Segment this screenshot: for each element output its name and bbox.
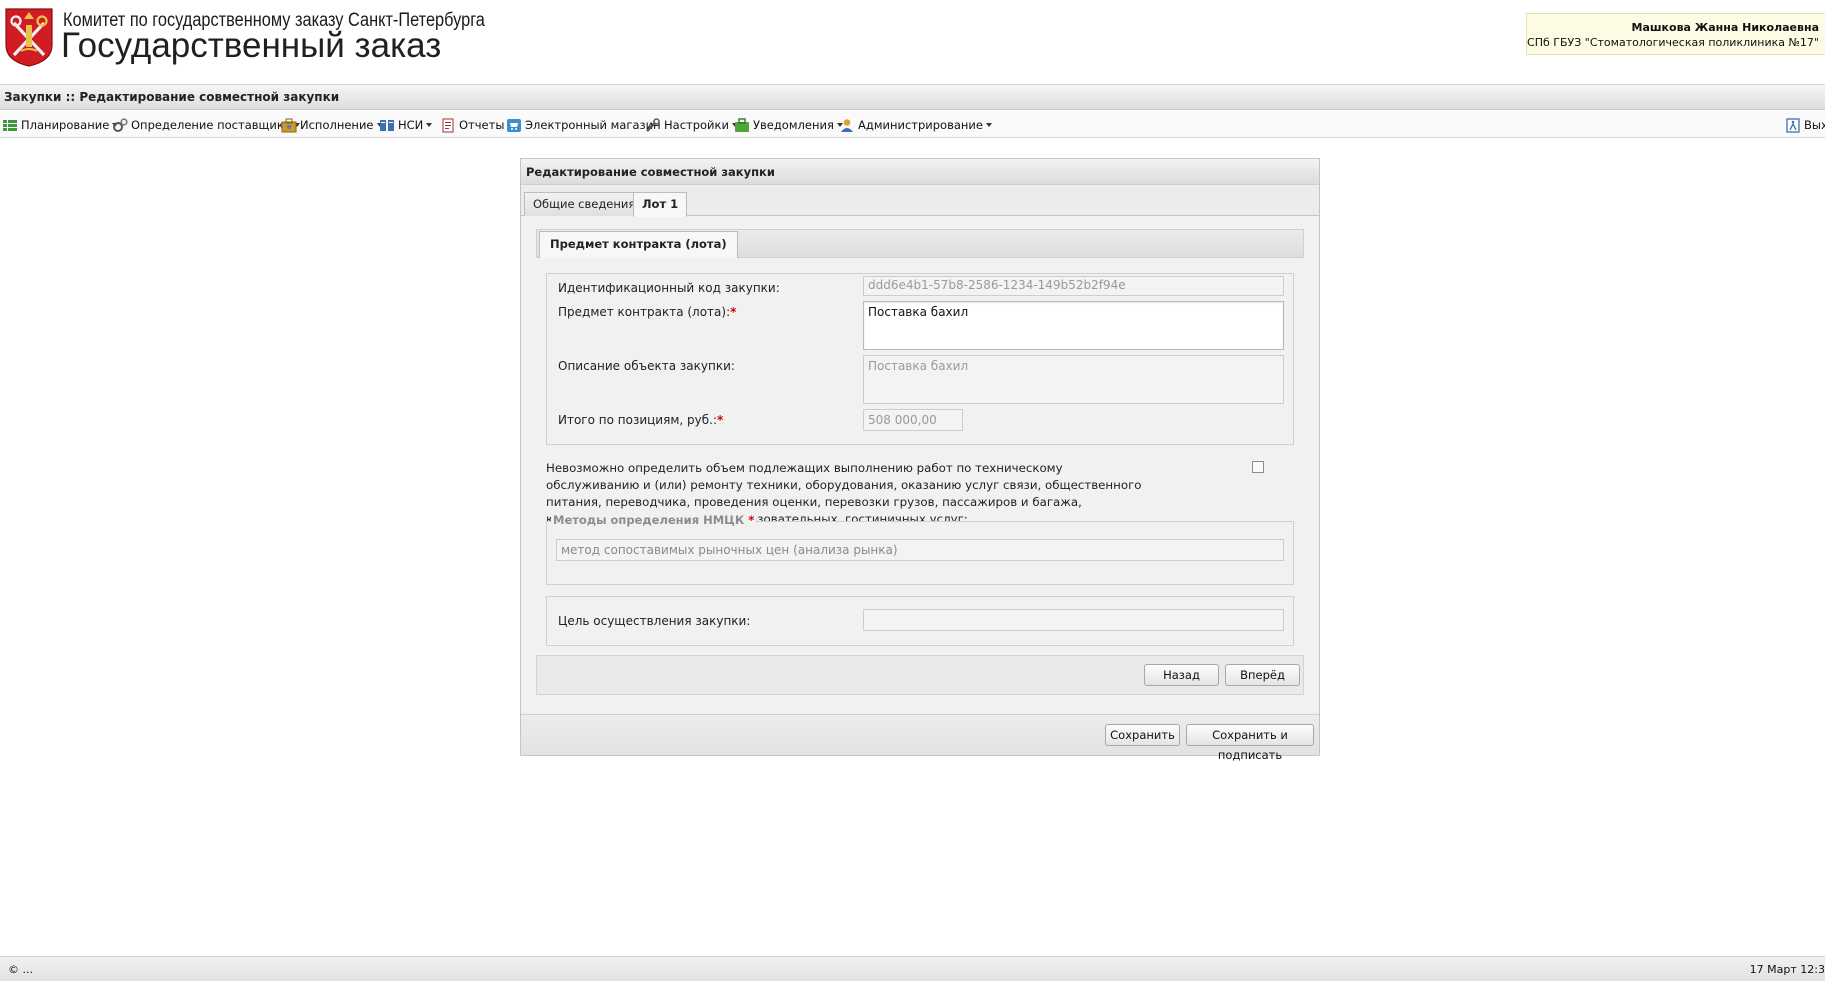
exit-label: Вых (1804, 118, 1825, 132)
menu-settings[interactable]: Настройки (645, 116, 738, 134)
menu-e-shop[interactable]: Электронный магазин (506, 116, 661, 134)
subtab-strip: Предмет контракта (лота) (536, 229, 1304, 258)
description-textarea: Поставка бахил (863, 355, 1284, 404)
menu-e-shop-label: Электронный магазин (525, 118, 661, 132)
status-bar: © ... 17 Март 12:3 (0, 956, 1825, 981)
menu-execution-label: Исполнение (300, 118, 374, 132)
exit-button[interactable]: Вых (1785, 116, 1825, 134)
menu-nsi[interactable]: НСИ (379, 116, 433, 134)
notification-icon (734, 117, 750, 133)
total-label: Итого по позициям, руб.:* (558, 413, 723, 427)
exit-icon (1785, 117, 1801, 133)
menu-reports-label: Отчеты (459, 118, 505, 132)
app-title: Государственный заказ (61, 26, 442, 65)
chevron-down-icon (426, 123, 433, 127)
menu-administration[interactable]: Администрирование (839, 116, 992, 134)
id-code-label: Идентификационный код закупки: (558, 281, 780, 295)
spb-coat-of-arms-logo (5, 8, 53, 67)
save-and-sign-button[interactable]: Сохранить и подписать (1186, 724, 1314, 762)
menu-settings-label: Настройки (664, 118, 729, 132)
menu-planning[interactable]: Планирование (2, 116, 119, 134)
wrench-icon (645, 117, 661, 133)
save-bar: Сохранить Сохранить и подписать (521, 714, 1319, 762)
required-marker: * (716, 413, 724, 427)
nmck-method-field (556, 539, 1284, 561)
window-title: Редактирование совместной закупки (521, 159, 1319, 185)
id-code-field (863, 276, 1284, 296)
purpose-field (863, 609, 1284, 631)
planning-icon (2, 118, 18, 133)
breadcrumb: Закупки :: Редактирование совместной зак… (0, 84, 1825, 110)
user-organization: СПб ГБУЗ "Стоматологическая поликлиника … (1527, 36, 1819, 49)
description-label: Описание объекта закупки: (558, 359, 735, 373)
menu-notifications-label: Уведомления (753, 118, 834, 132)
subject-textarea[interactable]: Поставка бахил (863, 301, 1284, 350)
next-button[interactable]: Вперёд (1225, 664, 1300, 686)
edit-joint-purchase-window: Редактирование совместной закупки Общие … (520, 158, 1320, 762)
user-info-box[interactable]: Машкова Жанна Николаевна СПб ГБУЗ "Стома… (1526, 13, 1825, 55)
save-button[interactable]: Сохранить (1105, 724, 1180, 746)
user-name: Машкова Жанна Николаевна (1631, 21, 1820, 34)
impossible-volume-checkbox[interactable] (1252, 461, 1264, 473)
menu-supplier-determination-label: Определение поставщика (131, 118, 291, 132)
tab-lot-1[interactable]: Лот 1 (633, 192, 688, 217)
total-label-text: Итого по позициям, руб.: (558, 413, 717, 427)
required-marker: * (730, 305, 737, 319)
menu-supplier-determination[interactable]: Определение поставщика (112, 116, 300, 134)
subject-label: Предмет контракта (лота):* (558, 305, 736, 319)
app-header: Комитет по государственному заказу Санкт… (0, 0, 1825, 84)
nmck-legend-text: Методы определения НМЦК (553, 513, 745, 527)
back-button[interactable]: Назад (1144, 664, 1219, 686)
status-datetime: 17 Март 12:3 (1749, 963, 1825, 976)
gears-icon (112, 117, 128, 133)
total-field (863, 409, 963, 431)
purpose-label: Цель осуществления закупки: (558, 614, 751, 628)
user-icon (839, 118, 855, 133)
subject-label-text: Предмет контракта (лота): (558, 305, 731, 319)
main-menu-bar: Планирование Определение поставщика Испо… (0, 111, 1825, 138)
book-icon (379, 118, 395, 133)
chevron-down-icon (985, 123, 992, 127)
menu-planning-label: Планирование (21, 118, 110, 132)
menu-nsi-label: НСИ (398, 118, 424, 132)
status-left: © ... (8, 963, 33, 976)
menu-notifications[interactable]: Уведомления (734, 116, 843, 134)
menu-reports[interactable]: Отчеты (440, 116, 504, 134)
tab-contract-subject[interactable]: Предмет контракта (лота) (539, 231, 738, 258)
execution-icon (281, 118, 297, 133)
required-marker: * (748, 513, 755, 527)
tab-general-info[interactable]: Общие сведения (524, 192, 645, 216)
menu-administration-label: Администрирование (858, 118, 983, 132)
window-tabs: Общие сведения Лот 1 (521, 186, 1319, 217)
nmck-legend: Методы определения НМЦК * (551, 513, 757, 527)
lot-navigation-bar: Назад Вперёд (536, 655, 1304, 695)
report-icon (440, 118, 456, 133)
menu-execution[interactable]: Исполнение (281, 116, 383, 134)
cart-icon (506, 118, 522, 133)
